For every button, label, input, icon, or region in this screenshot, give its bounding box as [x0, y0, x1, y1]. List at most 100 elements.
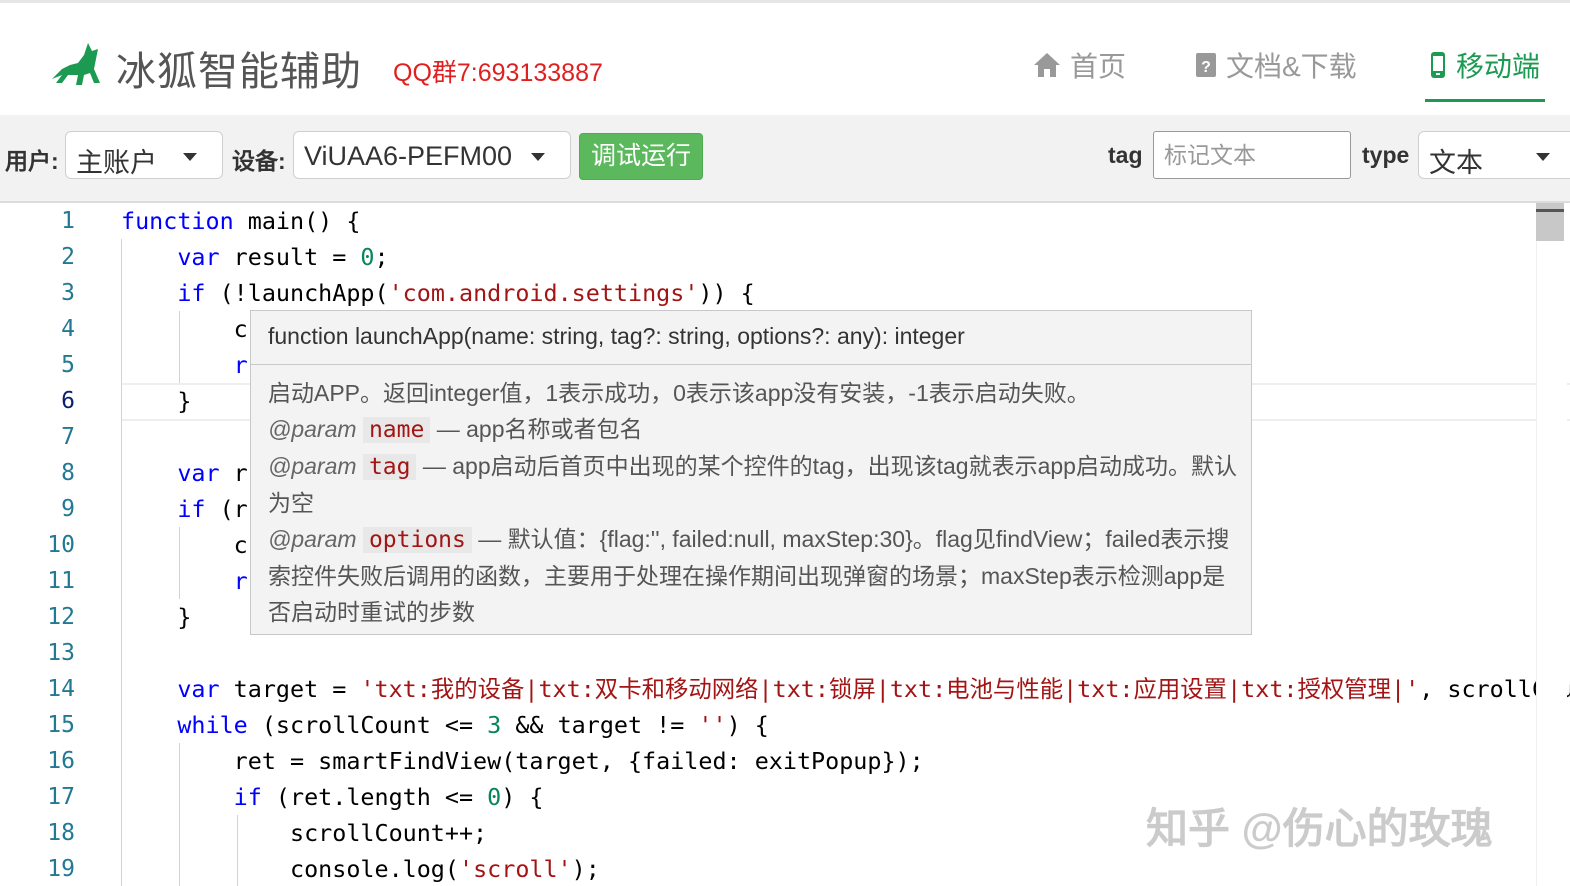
- param-doc-tag: @param tag — app启动后首页中出现的某个控件的tag，出现该tag…: [268, 448, 1238, 521]
- code-token: var: [177, 243, 220, 271]
- scrollbar-cursor-marker: [1536, 209, 1564, 212]
- code-line[interactable]: var result = 0;: [121, 239, 389, 275]
- tooltip-divider: [251, 364, 1251, 365]
- debug-run-button[interactable]: 调试运行: [579, 133, 703, 180]
- code-line[interactable]: if (!launchApp('com.android.settings')) …: [121, 275, 755, 311]
- line-number: 5: [61, 352, 75, 378]
- user-select[interactable]: 主账户: [65, 131, 223, 179]
- code-token: if: [177, 495, 206, 523]
- nav-home[interactable]: 首页: [1032, 45, 1126, 85]
- code-line[interactable]: var target = 'txt:我的设备|txt:双卡和移动网络|txt:锁…: [121, 671, 1570, 707]
- code-token: console.log(: [121, 855, 459, 883]
- document-icon: ?: [1194, 51, 1218, 79]
- tag-input[interactable]: [1153, 131, 1351, 179]
- vertical-scrollbar[interactable]: [1536, 203, 1567, 886]
- code-line[interactable]: }: [121, 599, 191, 635]
- param-name: name: [362, 417, 431, 443]
- code-line[interactable]: while (scrollCount <= 3 && target != '')…: [121, 707, 769, 743]
- code-line[interactable]: }: [121, 383, 191, 419]
- user-label: 用户:: [5, 148, 59, 174]
- code-line[interactable]: console.log('scroll');: [121, 851, 600, 886]
- code-token: );: [571, 855, 600, 883]
- nav-docs-download[interactable]: ? 文档&下载: [1194, 45, 1357, 85]
- code-token: (r: [205, 495, 248, 523]
- tag-label: tag: [1108, 142, 1143, 168]
- code-line[interactable]: scrollCount++;: [121, 815, 487, 851]
- code-token: function: [121, 207, 234, 235]
- line-number: 14: [47, 676, 75, 702]
- code-line[interactable]: function main() {: [121, 203, 360, 239]
- code-line[interactable]: var r: [121, 455, 247, 491]
- code-line[interactable]: c: [121, 311, 248, 347]
- code-token: (scrollCount <=: [247, 711, 488, 739]
- chevron-down-icon: [1536, 153, 1550, 161]
- code-token: if: [233, 783, 262, 811]
- code-token: var: [177, 675, 220, 703]
- line-number: 17: [47, 784, 75, 810]
- app-title[interactable]: 冰狐智能辅助: [116, 39, 362, 97]
- svg-text:?: ?: [1201, 59, 1211, 76]
- type-select[interactable]: 文本: [1418, 131, 1570, 179]
- code-token: r: [233, 351, 248, 379]
- code-line[interactable]: if (r: [121, 491, 248, 527]
- header: 冰狐智能辅助 QQ群7:693133887 首页 ? 文档&下载 移动端: [0, 3, 1570, 115]
- device-label: 设备:: [232, 148, 286, 174]
- line-number: 13: [47, 640, 75, 666]
- code-line[interactable]: if (ret.length <= 0) {: [121, 779, 544, 815]
- code-token: ret = smartFindView(target, {failed: exi…: [121, 747, 924, 775]
- code-line[interactable]: r: [121, 347, 248, 383]
- chevron-down-icon: [531, 153, 545, 161]
- param-name: tag: [362, 454, 417, 480]
- code-token: (!launchApp(: [205, 279, 389, 307]
- line-number: 15: [47, 712, 75, 738]
- line-number: 8: [61, 460, 75, 486]
- code-token: c: [121, 315, 248, 343]
- user-select-value: 主账户: [76, 148, 157, 178]
- device-select[interactable]: ViUAA6-PEFM00: [293, 131, 571, 179]
- fox-logo-icon[interactable]: [48, 35, 104, 91]
- line-number: 4: [61, 316, 75, 342]
- code-line[interactable]: c: [121, 527, 248, 563]
- nav-mobile[interactable]: 移动端: [1428, 45, 1540, 85]
- function-signature: function launchApp(name: string, tag?: s…: [268, 323, 965, 349]
- code-line[interactable]: ret = smartFindView(target, {failed: exi…: [121, 743, 924, 779]
- chevron-down-icon: [183, 153, 197, 161]
- code-line[interactable]: r: [121, 563, 248, 599]
- line-number: 16: [47, 748, 75, 774]
- type-select-value: 文本: [1429, 148, 1483, 178]
- line-number: 1: [61, 208, 75, 234]
- qq-group-text: QQ群7:693133887: [393, 59, 603, 87]
- code-token: target =: [219, 675, 361, 703]
- line-number: 10: [47, 532, 75, 558]
- code-token: var: [177, 459, 220, 487]
- nav-home-label: 首页: [1070, 51, 1127, 82]
- code-token: (ret.length <=: [261, 783, 488, 811]
- code-token: result =: [219, 243, 361, 271]
- code-token: 'scroll': [458, 855, 572, 883]
- code-token: }: [121, 603, 192, 631]
- hover-tooltip: function launchApp(name: string, tag?: s…: [250, 310, 1252, 635]
- code-token: ) {: [726, 711, 769, 739]
- line-number: 11: [47, 568, 75, 594]
- param-doc-name: @param name — app名称或者包名: [268, 411, 1238, 448]
- line-number: 7: [61, 424, 75, 450]
- code-token: 3: [487, 711, 502, 739]
- line-number: 9: [61, 496, 75, 522]
- line-number: 6: [61, 388, 75, 414]
- watermark-text: 知乎 @伤心的玫瑰: [1146, 805, 1493, 852]
- code-token: )) {: [698, 279, 755, 307]
- line-number: 18: [47, 820, 75, 846]
- param-doc-options: @param options — 默认值：{flag:'', failed:nu…: [268, 521, 1238, 630]
- param-keyword: @param: [268, 526, 357, 552]
- mobile-phone-icon: [1428, 51, 1448, 79]
- code-token: if: [177, 279, 206, 307]
- code-token: ;: [374, 243, 389, 271]
- code-token: 0: [487, 783, 502, 811]
- nav-active-underline: [1425, 99, 1545, 102]
